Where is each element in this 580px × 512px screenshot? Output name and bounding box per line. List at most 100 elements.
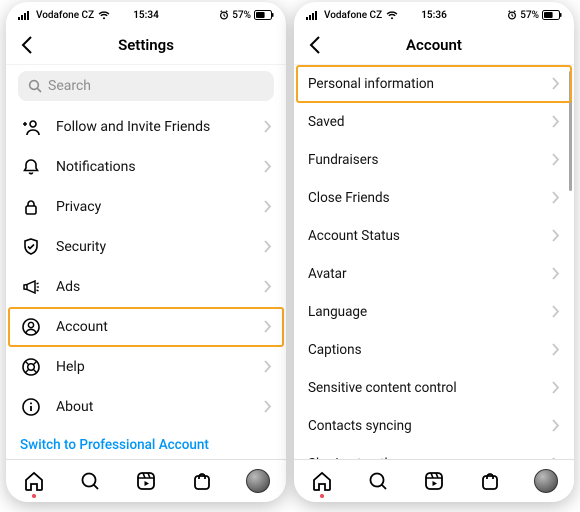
chevron-right-icon xyxy=(552,303,560,322)
row-sharing-other-apps[interactable]: Sharing to other apps xyxy=(294,445,574,459)
row-label: Language xyxy=(308,304,538,320)
row-label: Fundraisers xyxy=(308,152,538,168)
chevron-right-icon xyxy=(264,278,272,297)
wifi-icon xyxy=(386,11,398,20)
chevron-right-icon xyxy=(552,189,560,208)
chevron-right-icon xyxy=(264,158,272,177)
page-title: Account xyxy=(406,36,462,54)
signal-icon xyxy=(18,11,32,20)
row-avatar[interactable]: Avatar xyxy=(294,255,574,293)
row-label: Personal information xyxy=(308,76,538,92)
account-content: Personal information Saved Fundraisers C… xyxy=(294,65,574,459)
wifi-icon xyxy=(98,11,110,20)
row-sensitive-content[interactable]: Sensitive content control xyxy=(294,369,574,407)
avatar xyxy=(246,469,270,493)
account-screen: Vodafone CZ 15:36 57% Account xyxy=(294,2,574,502)
status-bar: Vodafone CZ 15:36 57% xyxy=(294,2,574,26)
lock-icon xyxy=(20,197,42,217)
chevron-right-icon xyxy=(552,341,560,360)
info-icon xyxy=(20,397,42,417)
row-label: Account xyxy=(56,319,250,335)
switch-professional-link[interactable]: Switch to Professional Account xyxy=(6,427,286,457)
search-input[interactable]: Search xyxy=(18,71,274,101)
person-plus-icon xyxy=(20,117,42,137)
alarm-icon xyxy=(507,10,517,20)
account-list: Personal information Saved Fundraisers C… xyxy=(294,65,574,459)
tab-shop[interactable] xyxy=(189,468,215,494)
megaphone-icon xyxy=(20,277,42,297)
row-fundraisers[interactable]: Fundraisers xyxy=(294,141,574,179)
row-label: Close Friends xyxy=(308,190,538,206)
settings-content: Search Follow and Invite Friends Notific… xyxy=(6,65,286,459)
row-label: Ads xyxy=(56,279,250,295)
chevron-right-icon xyxy=(552,75,560,94)
status-bar: Vodafone CZ 15:34 57% xyxy=(6,2,286,26)
row-follow-invite[interactable]: Follow and Invite Friends xyxy=(6,107,286,147)
header: Account xyxy=(294,26,574,65)
header: Settings xyxy=(6,26,286,65)
row-label: Saved xyxy=(308,114,538,130)
tab-shop[interactable] xyxy=(477,468,503,494)
row-captions[interactable]: Captions xyxy=(294,331,574,369)
row-close-friends[interactable]: Close Friends xyxy=(294,179,574,217)
row-account[interactable]: Account xyxy=(6,307,286,347)
signal-icon xyxy=(306,11,320,20)
row-saved[interactable]: Saved xyxy=(294,103,574,141)
avatar xyxy=(534,469,558,493)
tab-home[interactable] xyxy=(309,468,335,494)
row-label: Sharing to other apps xyxy=(308,456,538,459)
row-personal-information[interactable]: Personal information xyxy=(294,65,574,103)
tab-search[interactable] xyxy=(77,468,103,494)
row-label: Security xyxy=(56,239,250,255)
row-label: Privacy xyxy=(56,199,250,215)
tab-reels[interactable] xyxy=(133,468,159,494)
back-button[interactable] xyxy=(14,32,40,58)
row-label: Avatar xyxy=(308,266,538,282)
chevron-right-icon xyxy=(264,398,272,417)
user-circle-icon xyxy=(20,317,42,337)
chevron-right-icon xyxy=(264,238,272,257)
alarm-icon xyxy=(219,10,229,20)
search-icon xyxy=(28,79,42,93)
row-label: Follow and Invite Friends xyxy=(56,119,250,135)
row-security[interactable]: Security xyxy=(6,227,286,267)
tab-home[interactable] xyxy=(21,468,47,494)
row-language[interactable]: Language xyxy=(294,293,574,331)
search-placeholder: Search xyxy=(48,78,91,94)
tab-profile[interactable] xyxy=(245,468,271,494)
chevron-right-icon xyxy=(552,227,560,246)
tab-profile[interactable] xyxy=(533,468,559,494)
clock: 15:36 xyxy=(421,10,447,21)
chevron-right-icon xyxy=(264,198,272,217)
row-ads[interactable]: Ads xyxy=(6,267,286,307)
chevron-right-icon xyxy=(552,151,560,170)
chevron-right-icon xyxy=(552,265,560,284)
row-notifications[interactable]: Notifications xyxy=(6,147,286,187)
lifesaver-icon xyxy=(20,357,42,377)
battery-pct: 57% xyxy=(232,10,251,21)
tab-reels[interactable] xyxy=(421,468,447,494)
row-privacy[interactable]: Privacy xyxy=(6,187,286,227)
chevron-right-icon xyxy=(264,358,272,377)
chevron-right-icon xyxy=(552,113,560,132)
row-label: Contacts syncing xyxy=(308,418,538,434)
back-button[interactable] xyxy=(302,32,328,58)
row-contacts-syncing[interactable]: Contacts syncing xyxy=(294,407,574,445)
shield-icon xyxy=(20,237,42,257)
battery-pct: 57% xyxy=(520,10,539,21)
row-account-status[interactable]: Account Status xyxy=(294,217,574,255)
meta-brand: Meta xyxy=(6,457,286,459)
row-label: Notifications xyxy=(56,159,250,175)
row-label: Account Status xyxy=(308,228,538,244)
chevron-right-icon xyxy=(552,417,560,436)
chevron-right-icon xyxy=(552,379,560,398)
row-label: Captions xyxy=(308,342,538,358)
tab-bar xyxy=(6,459,286,502)
tab-search[interactable] xyxy=(365,468,391,494)
chevron-right-icon xyxy=(552,455,560,460)
row-help[interactable]: Help xyxy=(6,347,286,387)
bell-icon xyxy=(20,157,42,177)
tab-bar xyxy=(294,459,574,502)
row-about[interactable]: About xyxy=(6,387,286,427)
settings-screen: Vodafone CZ 15:34 57% Settings xyxy=(6,2,286,502)
